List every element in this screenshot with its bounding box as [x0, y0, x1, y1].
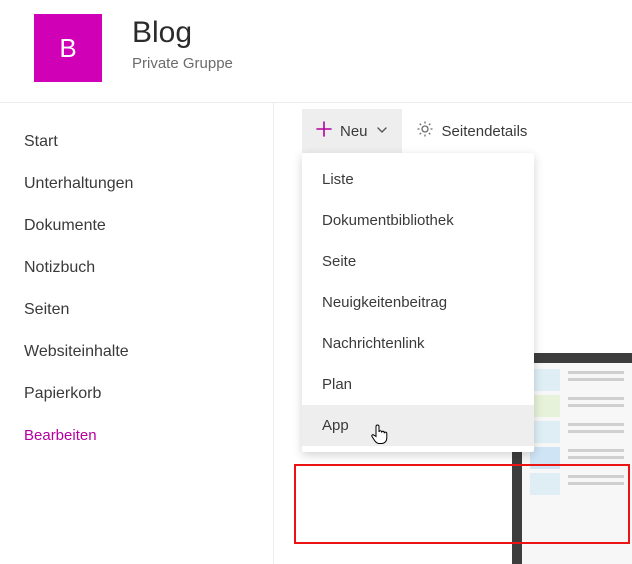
sidebar-item-label: Start	[24, 133, 58, 150]
dropdown-item-app[interactable]: App	[302, 405, 534, 446]
dropdown-item-label: Neuigkeitenbeitrag	[322, 294, 447, 311]
sidebar-item-label: Dokumente	[24, 217, 106, 234]
dropdown-item-label: Nachrichtenlink	[322, 335, 425, 352]
new-dropdown: Liste Dokumentbibliothek Seite Neuigkeit…	[302, 153, 534, 452]
plus-icon	[316, 121, 332, 141]
sidebar-edit-label: Bearbeiten	[24, 427, 97, 444]
dropdown-item-label: Seite	[322, 253, 356, 270]
dropdown-item-list[interactable]: Liste	[302, 159, 534, 200]
body: Start Unterhaltungen Dokumente Notizbuch…	[0, 102, 632, 564]
cursor-hand-icon	[370, 423, 388, 449]
site-logo-tile[interactable]: B	[34, 14, 102, 82]
dropdown-item-doclib[interactable]: Dokumentbibliothek	[302, 200, 534, 241]
page-details-button[interactable]: Seitendetails	[402, 109, 542, 153]
sidebar-item-label: Seiten	[24, 301, 69, 318]
sidebar-item-conversations[interactable]: Unterhaltungen	[0, 163, 273, 205]
site-title[interactable]: Blog	[132, 16, 233, 49]
dropdown-item-news[interactable]: Neuigkeitenbeitrag	[302, 282, 534, 323]
dropdown-item-newslink[interactable]: Nachrichtenlink	[302, 323, 534, 364]
site-logo-letter: B	[59, 33, 76, 64]
dropdown-item-plan[interactable]: Plan	[302, 364, 534, 405]
dropdown-item-label: App	[322, 417, 349, 434]
sidebar-item-label: Notizbuch	[24, 259, 95, 276]
sidebar-item-sitecontents[interactable]: Websiteinhalte	[0, 331, 273, 373]
dropdown-item-label: Liste	[322, 171, 354, 188]
site-subtitle: Private Gruppe	[132, 55, 233, 72]
dropdown-item-label: Dokumentbibliothek	[322, 212, 454, 229]
sidebar-item-label: Websiteinhalte	[24, 343, 129, 360]
new-button-label: Neu	[340, 123, 368, 140]
sidebar-item-label: Papierkorb	[24, 385, 101, 402]
sidebar-edit-link[interactable]: Bearbeiten	[0, 415, 273, 456]
site-header: B Blog Private Gruppe	[0, 0, 632, 102]
main: Neu Seitendetails Li	[274, 103, 632, 564]
toolbar: Neu Seitendetails	[274, 109, 632, 153]
sidebar-item-recyclebin[interactable]: Papierkorb	[0, 373, 273, 415]
chevron-down-icon	[376, 123, 388, 140]
sidebar-item-documents[interactable]: Dokumente	[0, 205, 273, 247]
gear-icon	[416, 120, 434, 142]
site-info: Blog Private Gruppe	[102, 14, 233, 72]
dropdown-item-label: Plan	[322, 376, 352, 393]
page-details-label: Seitendetails	[442, 123, 528, 140]
sidebar-item-label: Unterhaltungen	[24, 175, 133, 192]
sidebar-item-start[interactable]: Start	[0, 121, 273, 163]
sidebar-item-notebook[interactable]: Notizbuch	[0, 247, 273, 289]
dropdown-item-page[interactable]: Seite	[302, 241, 534, 282]
sidebar-item-pages[interactable]: Seiten	[0, 289, 273, 331]
new-button[interactable]: Neu	[302, 109, 402, 153]
sidebar: Start Unterhaltungen Dokumente Notizbuch…	[0, 103, 274, 564]
